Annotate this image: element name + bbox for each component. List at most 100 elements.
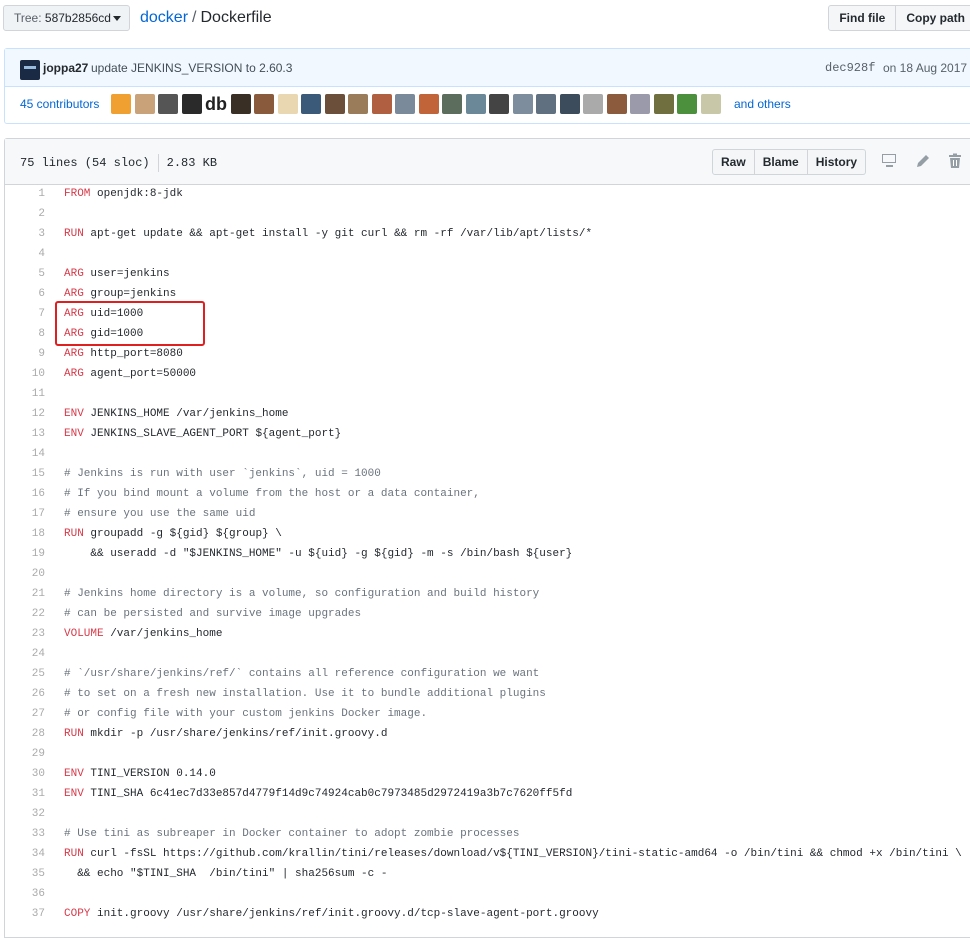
contributor-avatar[interactable] bbox=[181, 94, 202, 114]
line-number[interactable]: 28 bbox=[5, 724, 45, 744]
contributor-avatar[interactable] bbox=[418, 94, 439, 114]
contributor-avatar[interactable] bbox=[653, 94, 674, 114]
line-number[interactable]: 30 bbox=[5, 764, 45, 784]
contributor-avatar[interactable] bbox=[700, 94, 721, 114]
line-number[interactable]: 9 bbox=[5, 344, 45, 364]
line-number[interactable]: 11 bbox=[5, 384, 45, 404]
contributor-avatar[interactable] bbox=[630, 94, 650, 114]
desktop-icon[interactable] bbox=[882, 153, 898, 169]
line-number[interactable]: 36 bbox=[5, 884, 45, 904]
contributor-avatar[interactable] bbox=[371, 94, 392, 114]
contributor-avatar[interactable] bbox=[677, 94, 697, 114]
code-line: 20 bbox=[5, 564, 970, 584]
code-line: 22 # can be persisted and survive image u… bbox=[5, 604, 970, 624]
line-number[interactable]: 7 bbox=[5, 304, 45, 324]
trash-icon[interactable] bbox=[947, 153, 963, 169]
contributor-avatar[interactable] bbox=[254, 94, 274, 114]
line-content: RUN apt-get update && apt-get install -y… bbox=[64, 224, 592, 244]
line-number[interactable]: 8 bbox=[5, 324, 45, 344]
find-file-button[interactable]: Find file bbox=[828, 5, 897, 31]
code-text: JENKINS_HOME /var/jenkins_home bbox=[83, 408, 289, 420]
contributor-avatar[interactable] bbox=[606, 94, 627, 114]
line-number[interactable]: 35 bbox=[5, 864, 45, 884]
code-text: apt-get update && apt-get install -y git… bbox=[83, 228, 593, 240]
line-number[interactable]: 26 bbox=[5, 684, 45, 704]
and-others-link[interactable]: and others bbox=[734, 97, 791, 111]
contributor-avatar[interactable] bbox=[536, 94, 556, 114]
contributor-avatar[interactable] bbox=[301, 94, 321, 114]
line-number[interactable]: 3 bbox=[5, 224, 45, 244]
code-line: 13 ENV JENKINS_SLAVE_AGENT_PORT ${agent_p… bbox=[5, 424, 970, 444]
line-content: # or config file with your custom jenkin… bbox=[64, 704, 427, 724]
line-number[interactable]: 1 bbox=[5, 184, 45, 204]
line-number[interactable]: 29 bbox=[5, 744, 45, 764]
line-number[interactable]: 10 bbox=[5, 364, 45, 384]
contributor-avatar[interactable] bbox=[583, 94, 603, 114]
line-number[interactable]: 23 bbox=[5, 624, 45, 644]
contributor-avatar[interactable] bbox=[230, 94, 251, 114]
line-number[interactable]: 18 bbox=[5, 524, 45, 544]
line-number[interactable]: 37 bbox=[5, 904, 45, 924]
contributor-avatar[interactable] bbox=[324, 94, 345, 114]
contributor-avatar[interactable] bbox=[512, 94, 533, 114]
contributor-avatar[interactable] bbox=[348, 94, 368, 114]
line-number[interactable]: 31 bbox=[5, 784, 45, 804]
line-number[interactable]: 24 bbox=[5, 644, 45, 664]
line-number[interactable]: 14 bbox=[5, 444, 45, 464]
code-text: agent_port=50000 bbox=[83, 368, 197, 380]
breadcrumb-repo-link[interactable]: docker bbox=[140, 9, 188, 26]
line-number[interactable]: 12 bbox=[5, 404, 45, 424]
file-header: 75 lines (54 sloc) 2.83 KB Raw Blame Hist… bbox=[5, 139, 970, 185]
commit-message-link[interactable]: update JENKINS_VERSION to 2.60.3 bbox=[91, 61, 292, 75]
line-number[interactable]: 19 bbox=[5, 544, 45, 564]
line-number[interactable]: 27 bbox=[5, 704, 45, 724]
line-number[interactable]: 17 bbox=[5, 504, 45, 524]
contributor-avatar[interactable] bbox=[465, 94, 486, 114]
code-text: http_port=8080 bbox=[83, 348, 183, 360]
contributors-count-link[interactable]: 45 contributors bbox=[20, 97, 99, 111]
line-number[interactable]: 13 bbox=[5, 424, 45, 444]
line-number[interactable]: 15 bbox=[5, 464, 45, 484]
line-number[interactable]: 21 bbox=[5, 584, 45, 604]
line-number[interactable]: 16 bbox=[5, 484, 45, 504]
blame-button[interactable]: Blame bbox=[754, 149, 808, 175]
line-number[interactable]: 5 bbox=[5, 264, 45, 284]
commit-sha-link[interactable]: dec928f bbox=[825, 61, 875, 75]
commit-author-link[interactable]: joppa27 bbox=[43, 61, 88, 75]
code-line: 16 # If you bind mount a volume from the … bbox=[5, 484, 970, 504]
file-info: 75 lines (54 sloc) 2.83 KB bbox=[20, 154, 217, 172]
contributor-avatar[interactable] bbox=[158, 94, 178, 114]
line-number[interactable]: 4 bbox=[5, 244, 45, 264]
code-comment: # can be persisted and survive image upg… bbox=[64, 608, 362, 620]
branch-select-button[interactable]: Tree: 587b2856cd bbox=[3, 5, 130, 31]
contributor-avatar[interactable] bbox=[395, 94, 415, 114]
copy-path-button[interactable]: Copy path bbox=[896, 5, 970, 31]
code-line: 4 bbox=[5, 244, 970, 264]
file-nav-actions: Find file Copy path bbox=[828, 5, 970, 31]
breadcrumb-file: Dockerfile bbox=[200, 9, 272, 26]
contributor-avatar[interactable] bbox=[442, 94, 462, 114]
line-number[interactable]: 6 bbox=[5, 284, 45, 304]
code-line: 34 RUN curl -fsSL https://github.com/kral… bbox=[5, 844, 970, 864]
history-button[interactable]: History bbox=[807, 149, 867, 175]
line-number[interactable]: 25 bbox=[5, 664, 45, 684]
code-comment: # Jenkins is run with user `jenkins`, ui… bbox=[64, 468, 381, 480]
contributor-avatar[interactable] bbox=[111, 94, 131, 114]
avatar[interactable] bbox=[20, 60, 40, 80]
raw-button[interactable]: Raw bbox=[712, 149, 755, 175]
contributor-avatar[interactable] bbox=[134, 94, 155, 114]
code-keyword: ARG bbox=[64, 348, 84, 360]
line-number[interactable]: 32 bbox=[5, 804, 45, 824]
line-number[interactable]: 22 bbox=[5, 604, 45, 624]
contributor-avatar[interactable] bbox=[277, 94, 298, 114]
line-number[interactable]: 2 bbox=[5, 204, 45, 224]
contributor-avatar[interactable] bbox=[489, 94, 509, 114]
pencil-icon[interactable] bbox=[915, 153, 931, 169]
line-number[interactable]: 34 bbox=[5, 844, 45, 864]
code-line: 25 # `/usr/share/jenkins/ref/` contains a… bbox=[5, 664, 970, 684]
contributor-avatar[interactable]: db bbox=[205, 94, 227, 114]
code-keyword: COPY bbox=[64, 908, 91, 920]
line-number[interactable]: 33 bbox=[5, 824, 45, 844]
line-number[interactable]: 20 bbox=[5, 564, 45, 584]
contributor-avatar[interactable] bbox=[559, 94, 580, 114]
